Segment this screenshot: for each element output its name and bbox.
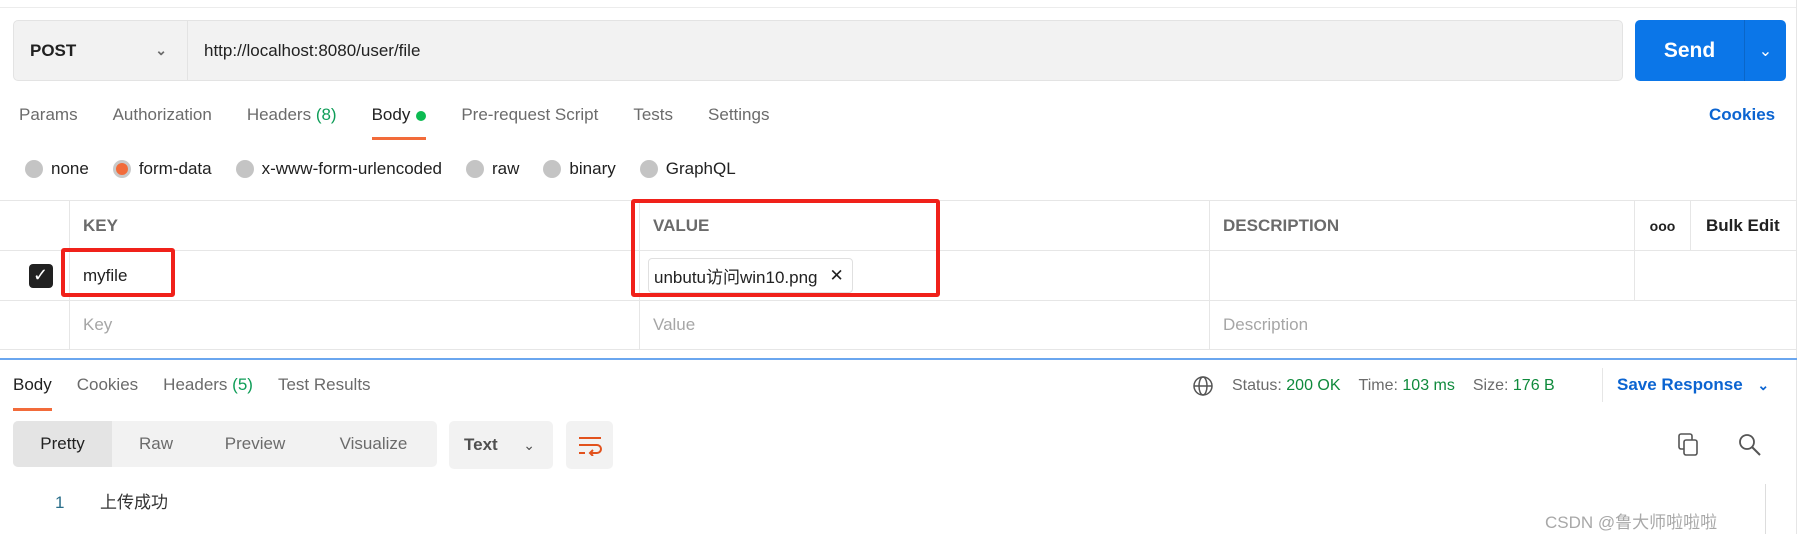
- radio-selected-icon: [112, 160, 131, 178]
- response-headers-count: (5): [232, 375, 253, 394]
- table-row-empty: Key Value Description: [0, 300, 1797, 350]
- top-divider: [0, 7, 1797, 8]
- body-type-radios: none form-data x-www-form-urlencoded raw…: [25, 159, 760, 179]
- checkbox-checked-icon[interactable]: ✓: [28, 263, 53, 288]
- bulk-edit-button[interactable]: Bulk Edit: [1690, 201, 1797, 250]
- more-options-icon[interactable]: ooo: [1634, 201, 1690, 250]
- key-placeholder[interactable]: Key: [69, 301, 639, 349]
- send-options-chevron-icon[interactable]: ⌄: [1745, 41, 1786, 61]
- radio-label: binary: [569, 159, 616, 178]
- highlight-box-value: [631, 199, 940, 297]
- header-key: KEY: [69, 201, 639, 250]
- radio-label: x-www-form-urlencoded: [261, 159, 443, 178]
- method-label: POST: [30, 40, 77, 60]
- format-label: Text: [464, 435, 498, 454]
- line-number: 1: [55, 493, 65, 512]
- view-mode-segmented: Pretty Raw Preview Visualize: [13, 421, 437, 467]
- url-bar: POST ⌄ http://localhost:8080/user/file: [13, 20, 1623, 81]
- size-value[interactable]: 176 B: [1513, 377, 1555, 395]
- pane-divider[interactable]: [0, 358, 1797, 360]
- tab-body-label: Body: [371, 105, 411, 124]
- tab-pre-request-script[interactable]: Pre-request Script: [461, 105, 598, 125]
- radio-circle-icon: [25, 160, 43, 178]
- chevron-down-icon: ⌄: [1757, 377, 1770, 393]
- time-value[interactable]: 103 ms: [1402, 377, 1454, 395]
- row-end-cell: [1634, 251, 1797, 300]
- request-tabs: Params Authorization Headers (8) Body Pr…: [19, 105, 804, 140]
- view-preview[interactable]: Preview: [200, 421, 310, 467]
- radio-none[interactable]: none: [25, 159, 89, 179]
- cookies-link[interactable]: Cookies: [1709, 105, 1775, 125]
- globe-icon[interactable]: [1192, 375, 1214, 397]
- radio-raw[interactable]: raw: [466, 159, 519, 179]
- status-value[interactable]: 200 OK: [1286, 377, 1340, 395]
- tab-headers-label: Headers: [246, 105, 312, 124]
- radio-form-data[interactable]: form-data: [112, 159, 212, 179]
- radio-label: form-data: [138, 159, 212, 178]
- time-label: Time:: [1358, 377, 1398, 394]
- radio-label: raw: [492, 159, 520, 178]
- response-tab-body[interactable]: Body: [13, 375, 52, 411]
- radio-binary[interactable]: binary: [543, 159, 616, 179]
- status-label: Status:: [1232, 377, 1282, 394]
- radio-circle-icon: [639, 160, 658, 178]
- radio-label: GraphQL: [665, 159, 736, 178]
- send-button-group: Send ⌄: [1635, 20, 1786, 81]
- view-raw[interactable]: Raw: [112, 421, 200, 467]
- radio-circle-icon: [543, 160, 562, 178]
- tab-body[interactable]: Body: [371, 105, 427, 140]
- response-body: 1 上传成功: [55, 488, 168, 513]
- tab-params[interactable]: Params: [19, 105, 78, 125]
- response-text: 上传成功: [100, 493, 168, 513]
- send-button[interactable]: Send: [1635, 20, 1745, 81]
- save-response-button[interactable]: Save Response ⌄: [1617, 375, 1769, 395]
- response-tabs: Body Cookies Headers (5) Test Results: [13, 375, 396, 411]
- response-status: Status: 200 OK Time: 103 ms Size: 176 B: [1192, 375, 1555, 397]
- wrap-lines-button[interactable]: [566, 421, 613, 469]
- method-select[interactable]: POST ⌄: [14, 21, 188, 80]
- radio-label: none: [51, 159, 89, 178]
- response-headers-label: Headers: [163, 375, 228, 394]
- copy-icon[interactable]: [1675, 431, 1703, 459]
- description-cell[interactable]: [1209, 251, 1634, 300]
- editor-scrollbar[interactable]: [1765, 484, 1766, 534]
- format-select[interactable]: Text ⌄: [449, 421, 553, 469]
- size-label: Size:: [1472, 377, 1509, 394]
- radio-circle-icon: [466, 160, 485, 178]
- header-description: DESCRIPTION: [1209, 201, 1634, 250]
- response-tab-cookies[interactable]: Cookies: [77, 375, 138, 395]
- tab-headers[interactable]: Headers (8): [247, 105, 337, 125]
- tab-tests[interactable]: Tests: [633, 105, 673, 125]
- body-indicator-dot-icon: [416, 110, 427, 121]
- header-check-cell: [0, 201, 69, 250]
- search-icon[interactable]: [1736, 431, 1764, 459]
- url-input[interactable]: http://localhost:8080/user/file: [188, 41, 420, 61]
- view-pretty[interactable]: Pretty: [13, 421, 112, 467]
- radio-graphql[interactable]: GraphQL: [639, 159, 736, 179]
- response-tab-headers[interactable]: Headers (5): [163, 375, 253, 395]
- tab-settings[interactable]: Settings: [708, 105, 769, 125]
- description-placeholder[interactable]: Description: [1209, 301, 1797, 349]
- tab-authorization[interactable]: Authorization: [113, 105, 212, 125]
- watermark: CSDN @鲁大师啦啦啦: [1545, 513, 1718, 532]
- check-cell: [0, 301, 69, 349]
- wrap-lines-icon: [578, 437, 602, 456]
- headers-count: (8): [315, 105, 337, 124]
- radio-urlencoded[interactable]: x-www-form-urlencoded: [235, 159, 443, 179]
- check-cell: ✓: [0, 251, 69, 300]
- radio-circle-icon: [235, 160, 254, 178]
- value-placeholder[interactable]: Value: [639, 301, 1209, 349]
- save-response-label: Save Response: [1617, 375, 1743, 394]
- response-tab-test-results[interactable]: Test Results: [278, 375, 371, 395]
- highlight-box-key: [61, 248, 175, 297]
- chevron-down-icon: ⌄: [523, 436, 535, 453]
- view-visualize[interactable]: Visualize: [310, 421, 437, 467]
- status-divider: [1602, 368, 1603, 402]
- chevron-down-icon: ⌄: [155, 42, 167, 58]
